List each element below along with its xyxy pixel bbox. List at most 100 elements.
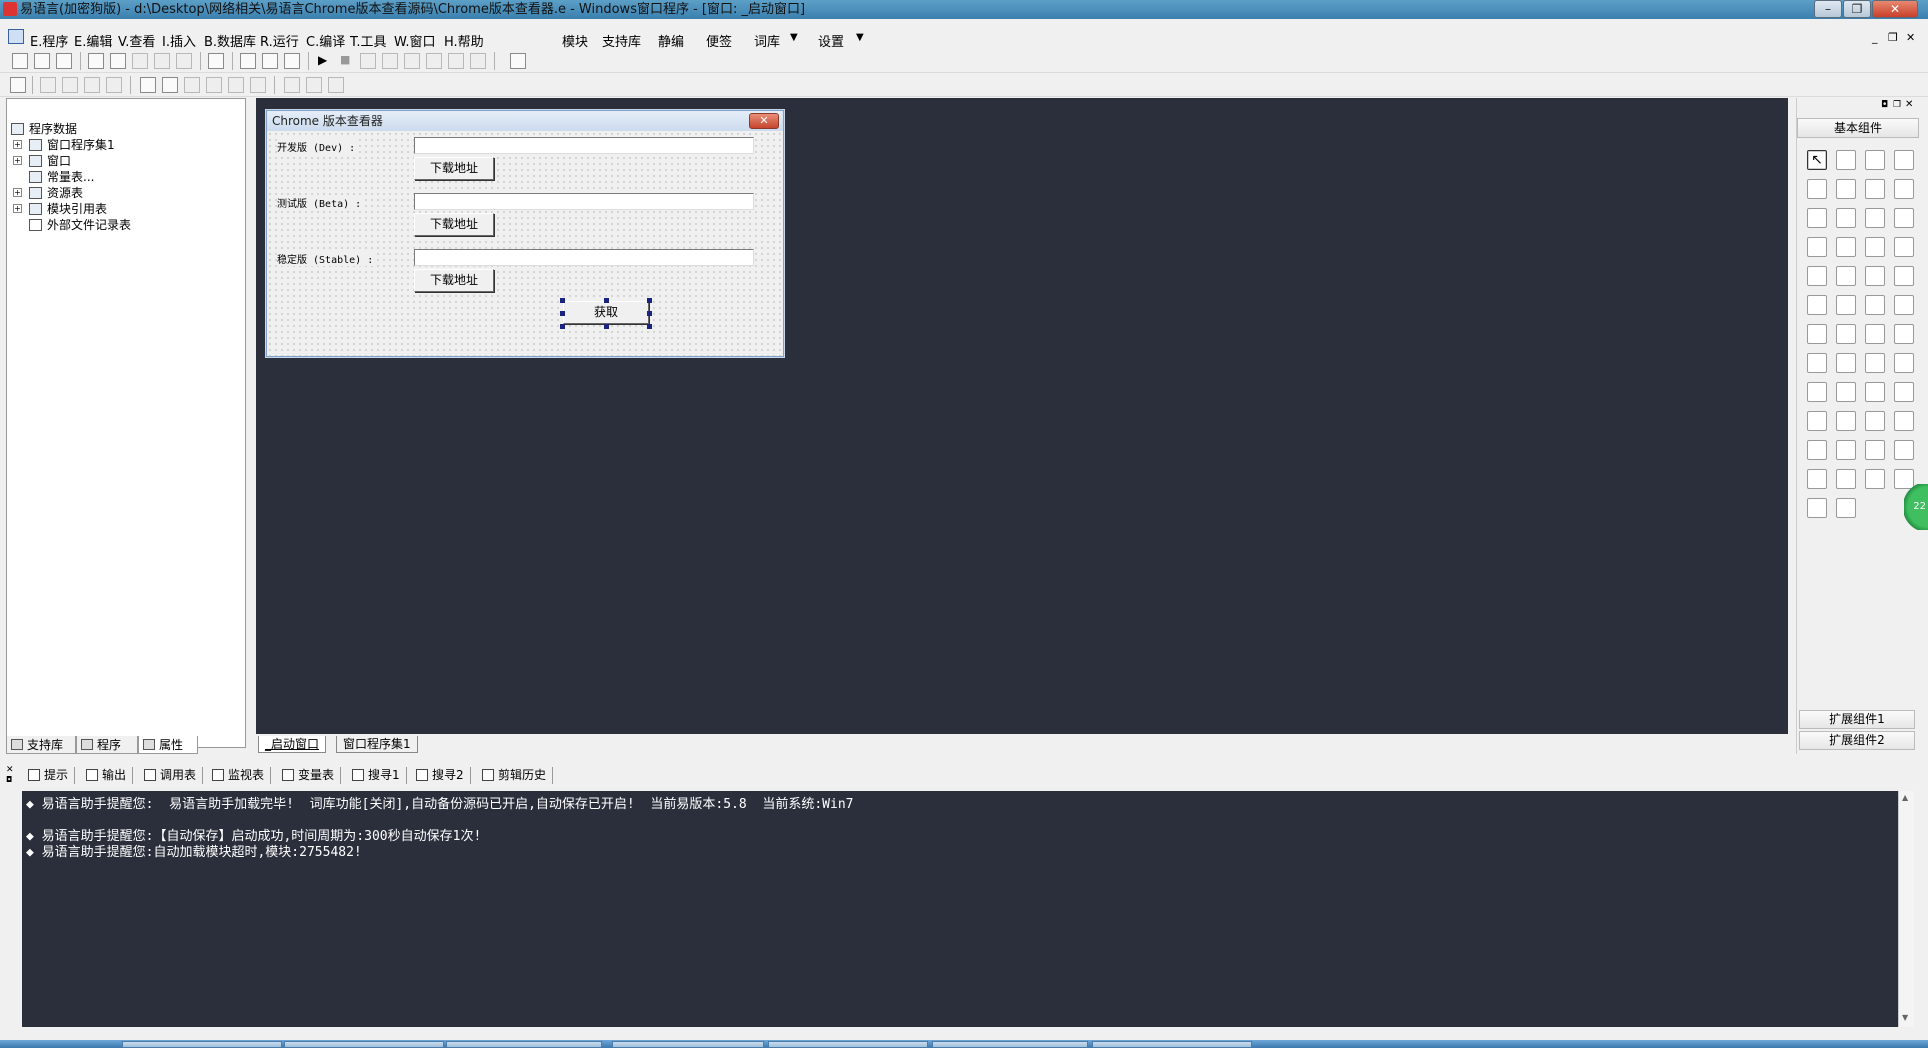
component-icon[interactable] — [1807, 411, 1827, 431]
component-icon[interactable] — [1836, 353, 1856, 373]
save-icon[interactable] — [56, 53, 72, 69]
tab-search1[interactable]: 搜寻1 — [350, 767, 407, 784]
menu-module[interactable]: 模块 — [562, 31, 588, 50]
expand-icon[interactable]: + — [13, 140, 22, 149]
align-top-icon[interactable] — [84, 77, 100, 93]
align-bottom-icon[interactable] — [106, 77, 122, 93]
tab-window-assembly[interactable]: 窗口程序集1 — [336, 736, 418, 753]
component-icon[interactable] — [1807, 324, 1827, 344]
tab-property[interactable]: 属性 — [138, 736, 198, 754]
selection-handle[interactable] — [604, 324, 609, 329]
component-icon[interactable] — [1865, 440, 1885, 460]
space-height-icon[interactable] — [250, 77, 266, 93]
tab-callstack[interactable]: 调用表 — [142, 767, 204, 784]
component-icon[interactable] — [1836, 150, 1856, 170]
toolbox-pin-icon[interactable]: ◘ — [1881, 100, 1888, 110]
component-icon[interactable] — [1894, 382, 1914, 402]
menu-help[interactable]: H.帮助 — [444, 31, 484, 50]
tab-startup-window[interactable]: _启动窗口 — [258, 736, 327, 753]
layout-bottom-icon[interactable] — [262, 53, 278, 69]
component-icon[interactable] — [1807, 208, 1827, 228]
taskbar-item[interactable] — [446, 1041, 602, 1048]
expand-icon[interactable]: + — [13, 156, 22, 165]
beta-download-button[interactable]: 下载地址 — [414, 213, 494, 236]
new-file-icon[interactable] — [12, 53, 28, 69]
menu-static[interactable]: 静编 — [658, 31, 684, 50]
menu-edit[interactable]: E.编辑 — [74, 31, 112, 50]
beta-version-input[interactable] — [414, 193, 754, 210]
component-icon[interactable] — [1865, 295, 1885, 315]
output-pin-icon[interactable]: ◘ — [6, 775, 12, 784]
form-canvas[interactable]: 开发版 (Dev) : 下载地址 测试版 (Beta) : 下载地址 稳定版 (… — [267, 131, 783, 356]
redo-icon[interactable] — [154, 53, 170, 69]
toolbox-restore-icon[interactable]: ❐ — [1893, 100, 1901, 110]
component-icon[interactable] — [1894, 353, 1914, 373]
space-evenly-icon[interactable] — [184, 77, 200, 93]
grid-icon[interactable] — [10, 77, 26, 93]
menu-database[interactable]: B.数据库 — [204, 31, 256, 50]
copy-icon[interactable] — [110, 53, 126, 69]
same-width-icon[interactable] — [284, 77, 300, 93]
same-height-icon[interactable] — [306, 77, 322, 93]
menu-program[interactable]: E.程序 — [30, 31, 68, 50]
component-icon[interactable] — [1865, 411, 1885, 431]
same-size-icon[interactable] — [328, 77, 344, 93]
pointer-tool-icon[interactable]: ↖ — [1807, 150, 1827, 170]
menu-view[interactable]: V.查看 — [118, 31, 155, 50]
component-icon[interactable] — [1894, 324, 1914, 344]
taskbar-item[interactable] — [284, 1041, 444, 1048]
layout-full-icon[interactable] — [284, 53, 300, 69]
minimize-button[interactable]: – — [1814, 0, 1842, 18]
dev-download-button[interactable]: 下载地址 — [414, 157, 494, 180]
selection-handle[interactable] — [560, 311, 565, 316]
component-icon[interactable] — [1894, 237, 1914, 257]
selection-handle[interactable] — [560, 298, 565, 303]
component-icon[interactable] — [1836, 237, 1856, 257]
component-icon[interactable] — [1865, 324, 1885, 344]
step-out-icon[interactable] — [426, 53, 442, 69]
component-icon[interactable] — [1836, 411, 1856, 431]
component-icon[interactable] — [1807, 266, 1827, 286]
tab-output[interactable]: 输出 — [84, 767, 134, 784]
ext-components-1-button[interactable]: 扩展组件1 — [1799, 710, 1915, 729]
paste-icon[interactable] — [132, 53, 148, 69]
find-icon[interactable] — [208, 53, 224, 69]
menu-ciku[interactable]: 词库 — [754, 31, 780, 50]
component-icon[interactable] — [1865, 469, 1885, 489]
tab-tip[interactable]: 提示 — [26, 767, 76, 784]
menu-support-lib[interactable]: 支持库 — [602, 31, 641, 50]
mdi-close-icon[interactable]: ✕ — [1906, 31, 1915, 44]
layout-left-icon[interactable] — [240, 53, 256, 69]
selection-handle[interactable] — [647, 311, 652, 316]
tab-support-lib[interactable]: 支持库 — [6, 736, 76, 754]
tab-clip-history[interactable]: 剪辑历史 — [480, 767, 554, 784]
dev-version-input[interactable] — [414, 137, 754, 154]
expand-icon[interactable]: + — [13, 204, 22, 213]
component-icon[interactable] — [1865, 382, 1885, 402]
ext-components-2-button[interactable]: 扩展组件2 — [1799, 731, 1915, 750]
tab-variables[interactable]: 变量表 — [280, 767, 342, 784]
assistant-icon[interactable] — [510, 53, 526, 69]
settings-dropdown-icon[interactable]: ▼ — [856, 32, 864, 43]
component-icon[interactable] — [1836, 469, 1856, 489]
undo-icon[interactable] — [176, 53, 192, 69]
open-folder-icon[interactable] — [34, 53, 50, 69]
center-horizontal-icon[interactable] — [140, 77, 156, 93]
doc-icon[interactable] — [8, 29, 24, 44]
menu-tools[interactable]: T.工具 — [350, 31, 387, 50]
menu-window[interactable]: W.窗口 — [394, 31, 436, 50]
close-button[interactable]: ✕ — [1872, 0, 1918, 18]
component-icon[interactable] — [1807, 440, 1827, 460]
menu-compile[interactable]: C.编译 — [306, 31, 345, 50]
hand-icon[interactable] — [470, 53, 486, 69]
taskbar-item[interactable] — [768, 1041, 928, 1048]
selection-handle[interactable] — [647, 298, 652, 303]
scroll-up-icon[interactable]: ▲ — [1902, 793, 1908, 802]
space-vertical-icon[interactable] — [206, 77, 222, 93]
mdi-restore-icon[interactable]: ❐ — [1888, 31, 1898, 44]
component-icon[interactable] — [1865, 353, 1885, 373]
component-icon[interactable] — [1807, 295, 1827, 315]
scroll-down-icon[interactable]: ▼ — [1902, 1013, 1908, 1022]
component-icon[interactable] — [1807, 382, 1827, 402]
output-scrollbar[interactable]: ▲ ▼ — [1898, 791, 1914, 1027]
